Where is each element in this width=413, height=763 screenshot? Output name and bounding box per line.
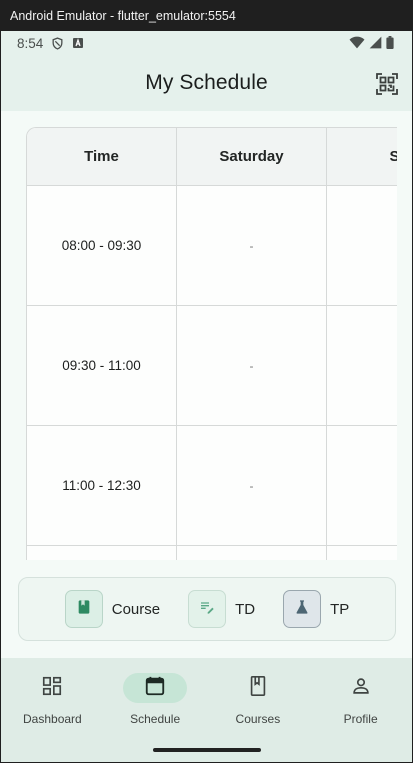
time-cell: 11:00 - 12:30 [27, 426, 177, 545]
status-bar: 8:54 [1, 31, 412, 55]
qr-scan-icon[interactable] [375, 72, 399, 96]
time-cell [27, 546, 177, 560]
header-saturday: Saturday [177, 128, 327, 185]
sunday-cell[interactable] [327, 306, 397, 425]
person-icon [350, 675, 372, 702]
legend-item-tp: TP [283, 590, 349, 628]
sunday-cell[interactable] [327, 186, 397, 305]
nav-pill [226, 673, 290, 703]
table-row: 11:00 - 12:30 - [27, 426, 397, 546]
schedule-table[interactable]: Time Saturday Sur 08:00 - 09:30 - 09:30 … [26, 127, 397, 560]
nav-pill-active [123, 673, 188, 703]
nav-item-profile[interactable]: Profile [309, 658, 412, 762]
nav-label: Schedule [130, 712, 181, 726]
legend-item-course: Course [64, 590, 161, 628]
page-title: My Schedule [145, 71, 268, 94]
time-cell: 08:00 - 09:30 [27, 186, 177, 305]
header-sunday: Sur [327, 128, 397, 185]
shield-icon [51, 36, 64, 50]
edit-note-icon [199, 599, 215, 620]
emulator-title-text: Android Emulator - flutter_emulator:5554 [10, 8, 236, 23]
nav-pill [20, 673, 84, 703]
nav-item-schedule[interactable]: Schedule [104, 658, 207, 762]
legend-label-td: TD [235, 600, 256, 618]
session-type-legend: Course TD TP [18, 577, 396, 641]
phone-screen: 8:54 My Schedule Time Saturday 08:00 - 0… [1, 31, 412, 762]
time-cell: 09:30 - 11:00 [27, 306, 177, 425]
table-header-row: Time Saturday Sur [27, 128, 397, 186]
book-icon [76, 599, 92, 620]
table-row: 08:00 - 09:30 - [27, 186, 397, 306]
saturday-cell[interactable]: - [177, 306, 327, 425]
nav-label: Courses [235, 712, 281, 726]
nav-pill [329, 673, 393, 703]
tp-swatch [283, 590, 322, 628]
schedule-table-content: Time Saturday Sur 08:00 - 09:30 - 09:30 … [27, 128, 397, 560]
saturday-cell[interactable]: - [177, 186, 327, 305]
sunday-cell[interactable] [327, 546, 397, 560]
table-row: 09:30 - 11:00 - [27, 306, 397, 426]
legend-item-td: TD [188, 590, 255, 628]
nav-label: Dashboard [23, 712, 82, 726]
battery-icon [386, 36, 394, 52]
dashboard-icon [41, 675, 63, 702]
sunday-cell[interactable] [327, 426, 397, 545]
gesture-handle[interactable] [153, 748, 261, 752]
calendar-icon [144, 675, 166, 702]
notification-a-icon [72, 37, 84, 49]
signal-icon [369, 36, 382, 52]
wifi-icon [349, 36, 365, 52]
nav-label: Profile [343, 712, 378, 726]
header-time: Time [27, 128, 177, 185]
app-bar: My Schedule [1, 55, 412, 111]
nav-item-dashboard[interactable]: Dashboard [1, 658, 104, 762]
course-swatch [64, 590, 103, 628]
saturday-cell[interactable] [177, 546, 327, 560]
td-swatch [188, 590, 227, 628]
bottom-navigation: Dashboard Schedule Courses Profile [1, 658, 412, 762]
book-icon [247, 675, 269, 702]
legend-label-course: Course [111, 600, 161, 618]
status-time: 8:54 [17, 35, 44, 51]
legend-label-tp: TP [330, 600, 350, 618]
table-row [27, 546, 397, 560]
saturday-cell[interactable]: - [177, 426, 327, 545]
emulator-window-title: Android Emulator - flutter_emulator:5554 [0, 0, 413, 31]
flask-icon [294, 599, 310, 620]
nav-item-courses[interactable]: Courses [207, 658, 310, 762]
